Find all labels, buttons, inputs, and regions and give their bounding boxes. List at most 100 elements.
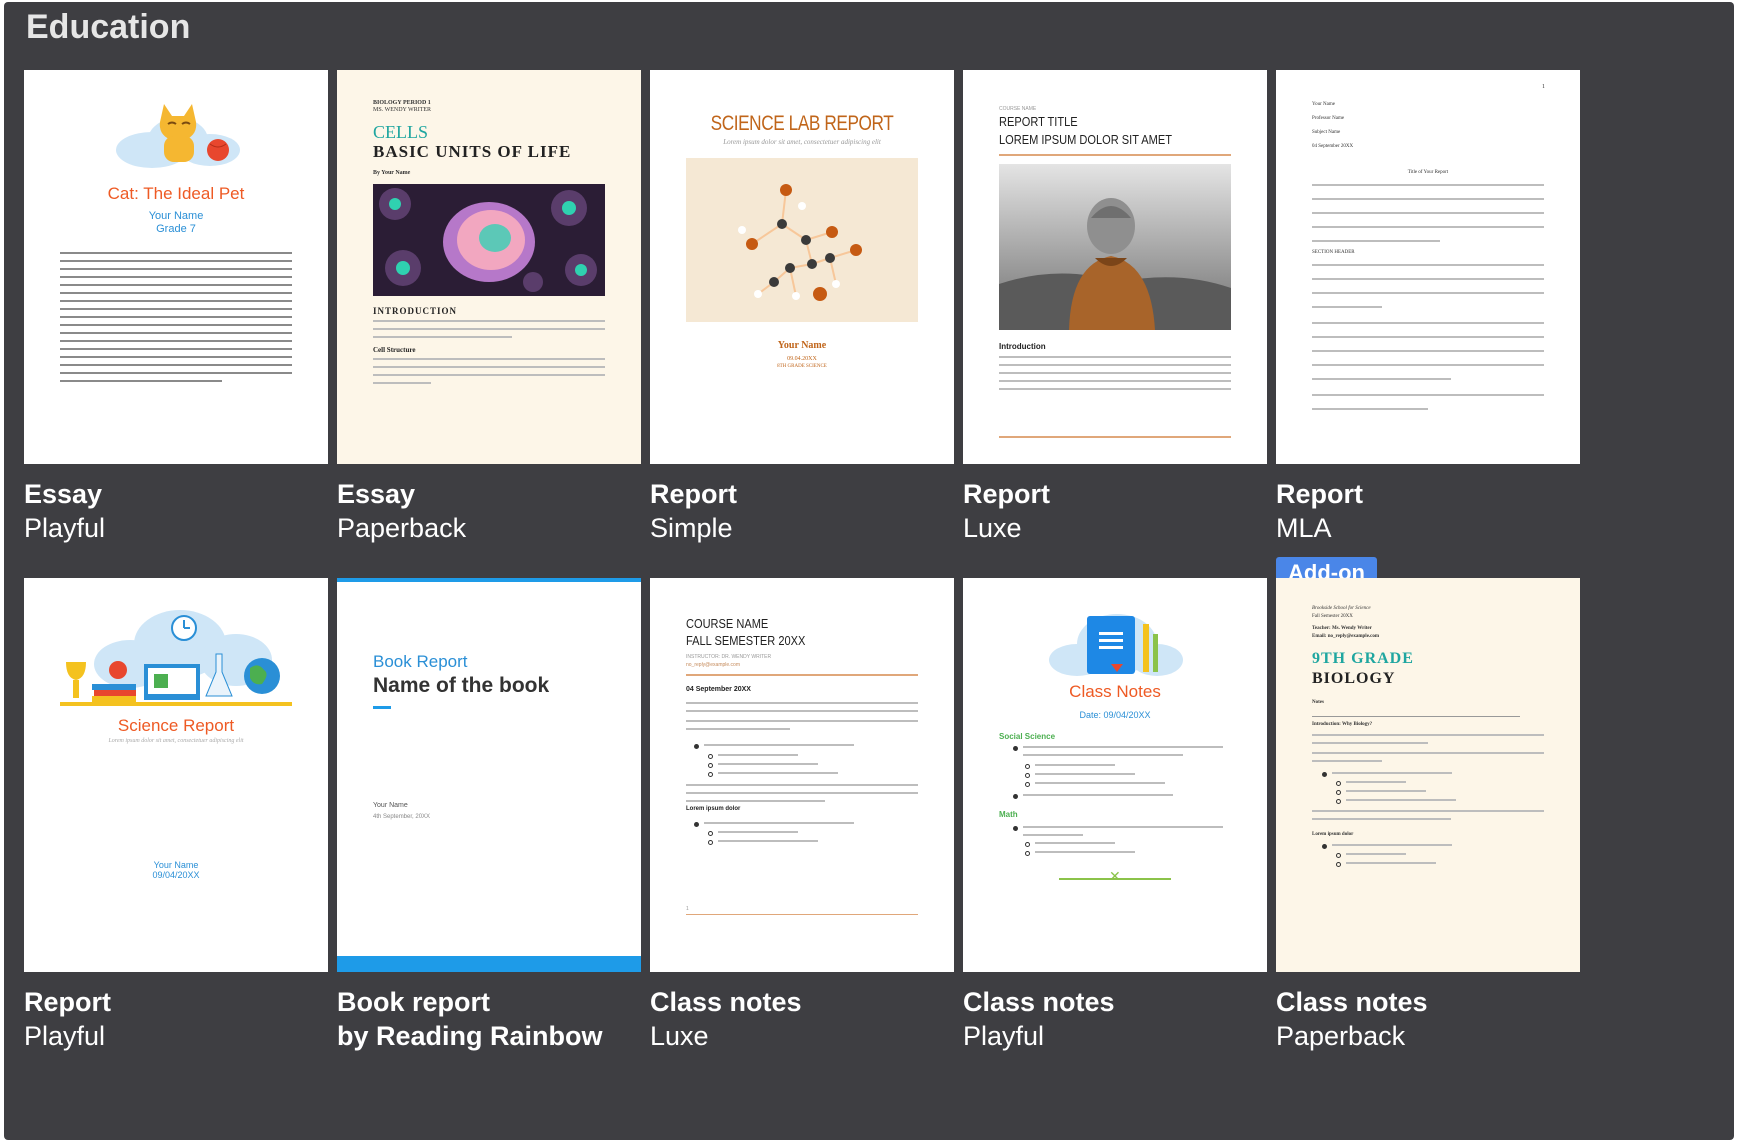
preview-grade: 8TH GRADE SCIENCE: [777, 364, 827, 369]
preview-name: Your Name: [148, 210, 204, 222]
preview-body-text: [999, 356, 1231, 396]
list-sub-bullet: [1025, 851, 1030, 856]
preview-footer-line: [686, 914, 918, 915]
preview-divider: [1312, 716, 1520, 717]
preview-heading: Name of the book: [373, 674, 550, 697]
list-sub-bullet: [708, 831, 713, 836]
preview-list-item: [1346, 781, 1406, 789]
preview-list-item: [1035, 842, 1115, 850]
education-gallery: Education Cat: The Ideal Pet Your Name G…: [4, 2, 1734, 1140]
template-thumbnail[interactable]: Science Report Lorem ipsum dolor sit ame…: [24, 578, 328, 972]
preview-list-item: [718, 754, 798, 762]
preview-school: Brookside School for Science: [1312, 606, 1371, 611]
preview-list-item: [704, 822, 854, 830]
preview-kicker: Book Report: [373, 652, 468, 671]
preview-section: Lorem ipsum dolor: [686, 806, 741, 812]
template-thumbnail[interactable]: 1 Your Name Professor Name Subject Name …: [1276, 70, 1580, 464]
template-subtitle: Playful: [24, 1021, 106, 1051]
preview-date: 09/04/20XX: [152, 870, 200, 880]
template-thumbnail[interactable]: Brookside School for Science Fall Semest…: [1276, 578, 1580, 972]
list-sub-bullet: [1336, 790, 1341, 795]
preview-teacher: MS. WENDY WRITER: [373, 107, 432, 113]
list-sub-bullet: [708, 840, 713, 845]
preview-section1: Introduction: [999, 342, 1046, 351]
preview-heading1: COURSE NAME: [686, 616, 769, 631]
preview-list-item: [718, 840, 818, 848]
template-thumbnail[interactable]: SCIENCE LAB REPORT Lorem ipsum dolor sit…: [650, 70, 954, 464]
preview-byline: By Your Name: [373, 170, 411, 176]
preview-tagline: Lorem ipsum dolor sit amet, consectetuer…: [108, 738, 244, 744]
preview-body-text: [686, 702, 918, 736]
preview-date: 4th September, 20XX: [373, 814, 431, 820]
preview-date: Date: 09/04/20XX: [1079, 710, 1151, 720]
template-title: Essay: [24, 479, 103, 509]
template-title: Class notes: [650, 987, 802, 1017]
list-bullet: [694, 744, 699, 749]
preview-list-item: [718, 772, 838, 780]
list-bullet: [1322, 772, 1327, 777]
cell-illustration-icon: [373, 184, 605, 296]
preview-section2: Cell Structure: [373, 346, 416, 354]
template-title: Report: [650, 479, 737, 509]
section-title: Education: [26, 8, 191, 46]
preview-list-item: [1035, 773, 1135, 781]
preview-grade: Grade 7: [156, 223, 196, 235]
preview-course: COURSE NAME: [999, 106, 1037, 112]
list-sub-bullet: [1336, 799, 1341, 804]
list-bullet: [694, 822, 699, 827]
book-illustration-icon: [1049, 614, 1183, 676]
preview-heading: Class Notes: [1069, 682, 1161, 701]
preview-body-text: [60, 252, 292, 388]
template-title: Book report: [337, 987, 491, 1017]
preview-name: Your Name: [1312, 102, 1335, 107]
preview-top-bar: [337, 578, 641, 582]
template-subtitle: Paperback: [1276, 1021, 1406, 1051]
template-thumbnail[interactable]: BIOLOGY PERIOD 1 MS. WENDY WRITER CELLS …: [337, 70, 641, 464]
template-subtitle: Paperback: [337, 513, 467, 543]
preview-section1: Introduction: Why Biology?: [1312, 722, 1373, 727]
template-title: Report: [24, 987, 111, 1017]
list-bullet: [1013, 746, 1018, 751]
preview-section2: Lorem ipsum dolor: [1312, 832, 1354, 837]
preview-bottom-bar: [337, 956, 641, 972]
preview-heading: SCIENCE LAB REPORT: [710, 112, 894, 135]
template-thumbnail[interactable]: COURSE NAME REPORT TITLE LOREM IPSUM DOL…: [963, 70, 1267, 464]
list-sub-bullet: [708, 763, 713, 768]
preview-list-item: [1346, 853, 1406, 861]
template-subtitle: Luxe: [650, 1021, 709, 1051]
template-subtitle: by Reading Rainbow: [337, 1021, 603, 1051]
preview-heading1: CELLS: [373, 122, 429, 142]
preview-list-item: [1023, 794, 1173, 802]
template-thumbnail[interactable]: Class Notes Date: 09/04/20XX Social Scie…: [963, 578, 1267, 972]
molecule-illustration-icon: [686, 158, 918, 322]
preview-tagline: Lorem ipsum dolor sit amet, consectetuer…: [723, 138, 881, 146]
preview-heading1: 9TH GRADE: [1312, 650, 1414, 667]
preview-list-item: [1035, 782, 1165, 790]
preview-email: Email: no_reply@example.com: [1312, 634, 1380, 639]
preview-list-item: [1023, 746, 1223, 762]
template-subtitle: MLA: [1276, 513, 1332, 543]
list-bullet: [1013, 794, 1018, 799]
list-sub-bullet: [1336, 853, 1341, 858]
template-subtitle: Simple: [650, 513, 733, 543]
preview-list-item: [1346, 862, 1436, 870]
preview-body-text: [373, 358, 605, 390]
template-thumbnail[interactable]: Book Report Name of the book Your Name 4…: [337, 578, 641, 972]
preview-list-item: [1346, 799, 1456, 807]
preview-list-item: [1346, 790, 1426, 798]
list-sub-bullet: [1025, 773, 1030, 778]
preview-teacher: Teacher: Ms. Wendy Writer: [1312, 626, 1372, 631]
preview-heading: Title of Your Report: [1407, 170, 1449, 175]
preview-section1: INTRODUCTION: [373, 306, 458, 316]
person-photo-icon: [999, 164, 1231, 330]
preview-list-item: [1035, 764, 1115, 772]
preview-name: Your Name: [373, 802, 408, 809]
preview-body-text: [1312, 184, 1544, 248]
preview-divider: [686, 674, 918, 676]
preview-heading: Science Report: [117, 716, 235, 735]
template-thumbnail[interactable]: COURSE NAME FALL SEMESTER 20XX INSTRUCTO…: [650, 578, 954, 972]
preview-date: 09.04.20XX: [787, 356, 817, 362]
preview-body-text: [1312, 734, 1544, 768]
template-thumbnail[interactable]: Cat: The Ideal Pet Your Name Grade 7: [24, 70, 328, 464]
template-subtitle: Playful: [24, 513, 106, 543]
